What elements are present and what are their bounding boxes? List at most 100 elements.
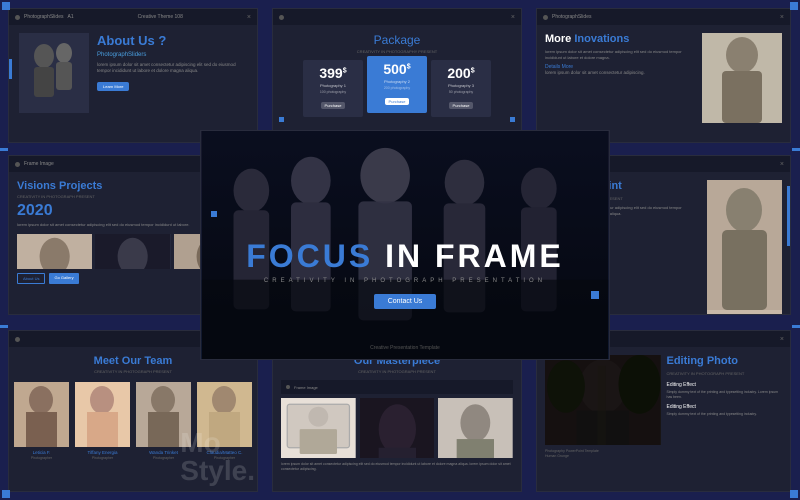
package-cards: 399$ Photography 1 100 photography Purch… [281, 60, 513, 117]
corner-watermark: Mo Style. [180, 429, 255, 485]
member-photo-1 [14, 382, 69, 447]
about-content: About Us ? PhotographSliders lorem ipsum… [9, 25, 257, 121]
editing-title-blue: Photo [707, 355, 738, 367]
mid-right-accent-h [792, 148, 800, 151]
masterpiece-content: Our Masterpiece CREATIVITY IN PHOTOGRAPH… [273, 347, 521, 480]
team-dot [15, 337, 20, 342]
package-subtitle: CREATIVITY IN PHOTOGRAPHY PRESENT [281, 49, 513, 54]
inno-header-title: PhotographSlides [552, 14, 591, 20]
mid-left-accent-h [0, 148, 8, 151]
innovations-detail-body: lorem ipsum dolor sit amet consectetur a… [545, 70, 694, 76]
package-title: Package [281, 33, 513, 47]
editing-title: Editing Photo [667, 355, 783, 367]
hero-slide-label: Creative Presentation Template [370, 345, 440, 351]
pkg-feature-3: 50 photography [436, 90, 486, 94]
about-image [19, 33, 89, 113]
innovations-content: More Inovations lorem ipsum dolor sit am… [537, 25, 790, 131]
editing-left: Photography PowerPoint Template Human Gr… [545, 355, 661, 459]
pkg-dot [279, 15, 284, 20]
team-member-1: Leticia F. Photographer [14, 382, 69, 460]
about-title: About Us ? [97, 33, 247, 48]
pkg-btn-3[interactable]: Purchase [449, 102, 474, 109]
corner-text-line2: Style. [180, 457, 255, 485]
innovations-text: More Inovations lorem ipsum dolor sit am… [545, 33, 694, 123]
pkg-name-2: Photography 2 [372, 79, 422, 84]
proj-header-left: Frame Image [15, 161, 54, 167]
editing-subtitle: CREATIVITY IN PHOTOGRAPH PRESENT [667, 371, 783, 376]
editing-footer-main: Photography PowerPoint Template [545, 449, 599, 453]
master-inner-dot [286, 385, 290, 389]
slide-about-header: PhotographSlides A1 Creative Theme 108 × [9, 9, 257, 25]
team-member-2: Tiffany Energia Photographer [75, 382, 130, 460]
slide-header-right: Creative Theme 108 [138, 14, 183, 20]
master-img-2 [360, 398, 435, 458]
hero-background: FOCUS IN FRAME CREATIVITY IN PHOTOGRAPH … [201, 131, 609, 359]
pkg-name-3: Photography 3 [436, 83, 486, 88]
package-card-1: 399$ Photography 1 100 photography Purch… [303, 60, 363, 117]
pkg-accent-left [279, 117, 284, 122]
member-role-2: Photographer [75, 456, 130, 460]
go-gallery-button[interactable]: Go Gallery [49, 273, 78, 284]
innovations-image [702, 33, 782, 123]
pkg-accent-right [510, 117, 515, 122]
pkg-header-left [279, 15, 284, 20]
innovations-title: More Inovations [545, 33, 694, 45]
master-img-1 [281, 398, 356, 458]
innovations-header: PhotographSlides × [537, 9, 790, 25]
editing-section1-title: Editing Effect [667, 382, 783, 388]
hero-accent-1 [211, 211, 217, 217]
lower-right-accent-h [792, 325, 800, 328]
slide-package: × Package CREATIVITY IN PHOTOGRAPHY PRES… [272, 8, 522, 143]
slide-innovations: PhotographSlides × More Inovations lorem… [536, 8, 791, 143]
proj-header-title: Frame Image [24, 161, 54, 167]
slide-package-header: × [273, 9, 521, 25]
hero-title-white: FRAME [435, 238, 564, 274]
editing-main-image [545, 355, 661, 445]
slide-header-sub: A1 [67, 14, 73, 20]
editing-close-icon[interactable]: × [780, 336, 784, 343]
about-subtitle: PhotographSliders [97, 52, 247, 58]
editing-footer-text: Photography PowerPoint Template Human Gr… [545, 449, 661, 459]
editing-section2-title: Editing Effect [667, 404, 783, 410]
projects-title-blue: Visions [17, 180, 56, 192]
pkg-feature-2: 200 photography [372, 86, 422, 90]
slide-header-title: PhotographSlides [24, 14, 63, 20]
pkg-feature-1: 100 photography [308, 90, 358, 94]
inno-dot [543, 15, 548, 20]
pkg-close-icon[interactable]: × [511, 14, 515, 21]
package-card-3: 200$ Photography 3 50 photography Purcha… [431, 60, 491, 117]
point-right-accent [787, 186, 790, 246]
pkg-btn-2[interactable]: Purchase [385, 98, 410, 105]
about-learn-more-button[interactable]: Learn More [97, 82, 129, 91]
innovations-body: lorem ipsum dolor sit amet consectetur a… [545, 49, 694, 60]
corner-dot-br [790, 490, 798, 498]
hero-contact-button[interactable]: Contact Us [374, 294, 437, 309]
corner-dot-bl [2, 490, 10, 498]
inno-close-icon[interactable]: × [780, 14, 784, 21]
point-close-icon[interactable]: × [780, 161, 784, 168]
member-name-2: Tiffany Energia [75, 450, 130, 455]
slide-header-left: PhotographSlides A1 [15, 14, 74, 20]
pkg-btn-1[interactable]: Purchase [321, 102, 346, 109]
master-inner-title: Frame Image [294, 385, 318, 390]
member-role-1: Photographer [14, 456, 69, 460]
editing-section2-body: Simply dummy text of the printing and ty… [667, 412, 783, 417]
team-title-white: Meet Our [94, 355, 142, 367]
about-us-button[interactable]: About Us [17, 273, 45, 284]
editing-title-white: Editing [667, 355, 704, 367]
left-accent [9, 59, 12, 79]
pkg-price-1: 399$ [308, 65, 358, 81]
pkg-price-3: 200$ [436, 65, 486, 81]
hero-text-container: FOCUS IN FRAME CREATIVITY IN PHOTOGRAPH … [201, 238, 609, 309]
corner-text-line1: Mo [180, 429, 255, 457]
proj-img-1 [17, 234, 92, 269]
about-body: lorem ipsum dolor sit amet consectetur a… [97, 62, 247, 75]
hero-main-title: FOCUS IN FRAME [201, 238, 609, 275]
member-name-1: Leticia F. [14, 450, 69, 455]
package-content: Package CREATIVITY IN PHOTOGRAPHY PRESEN… [273, 25, 521, 125]
pkg-price-2: 500$ [372, 61, 422, 77]
corner-dot-tr [790, 2, 798, 10]
masterpiece-inner-header: Frame Image [281, 380, 513, 394]
masterpiece-body: lorem ipsum dolor sit amet consectetur a… [281, 462, 513, 472]
close-icon[interactable]: × [247, 14, 251, 21]
